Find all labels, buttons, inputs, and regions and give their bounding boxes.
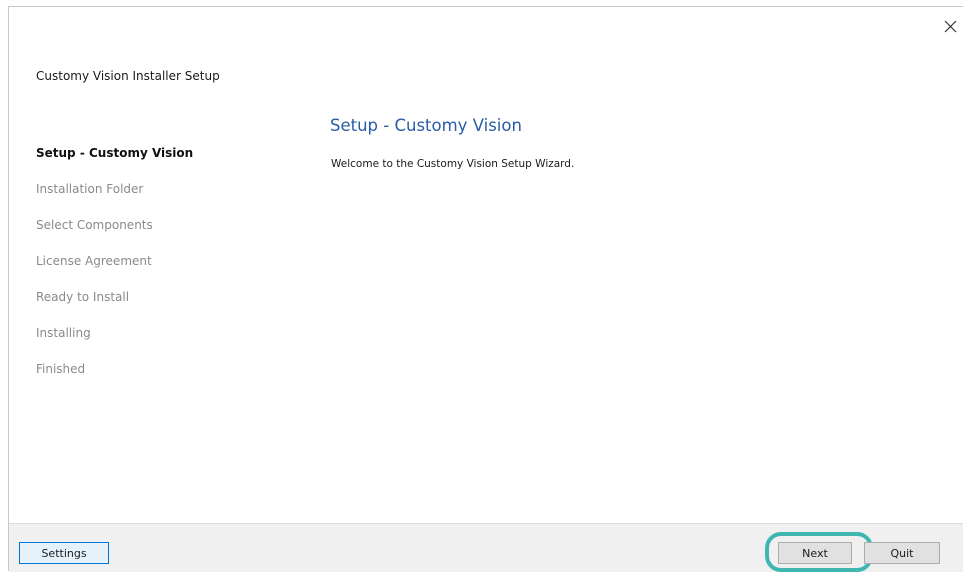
settings-button[interactable]: Settings: [19, 542, 109, 564]
step-select-components: Select Components: [36, 218, 153, 232]
step-license-agreement: License Agreement: [36, 254, 152, 268]
step-setup: Setup - Customy Vision: [36, 146, 194, 160]
installer-window: Customy Vision Installer Setup Setup - C…: [8, 6, 963, 572]
page-heading: Setup - Customy Vision: [330, 116, 522, 135]
wizard-steps: Setup - Customy Vision Installation Fold…: [36, 145, 193, 397]
button-bar: Settings Next Quit: [9, 523, 963, 572]
window-title: Customy Vision Installer Setup: [36, 69, 220, 83]
step-installation-folder: Installation Folder: [36, 182, 144, 196]
close-icon: [944, 20, 957, 33]
welcome-message: Welcome to the Customy Vision Setup Wiza…: [331, 158, 575, 170]
next-button[interactable]: Next: [778, 542, 852, 564]
close-button[interactable]: [939, 15, 963, 39]
quit-button[interactable]: Quit: [864, 542, 940, 564]
step-finished: Finished: [36, 362, 86, 376]
step-installing: Installing: [36, 326, 91, 340]
step-ready-to-install: Ready to Install: [36, 290, 130, 304]
